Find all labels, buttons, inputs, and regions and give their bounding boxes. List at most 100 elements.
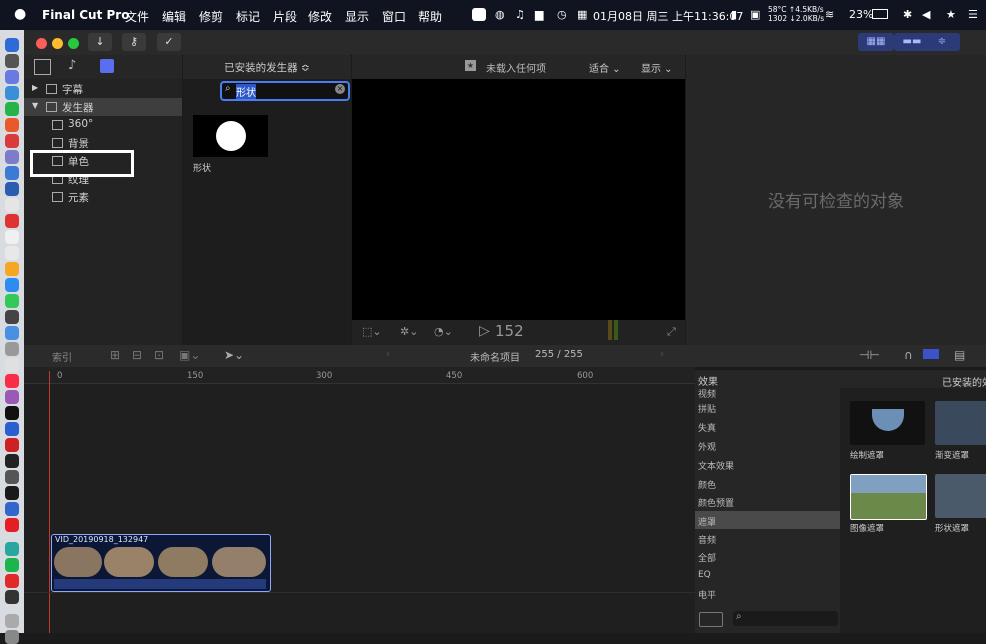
browser-title[interactable]: 已安装的发生器 ≎ [183,60,351,75]
app-icon[interactable] [5,310,19,324]
back-arrow-icon[interactable]: ‹ [386,349,390,360]
effects-category-color-presets[interactable]: 颜色预置 [695,492,840,510]
datetime[interactable]: 01月08日 周三 上午11:36:07 [593,8,743,24]
zoom-button[interactable] [68,38,79,49]
effects-category-distortion[interactable]: 失真 [695,417,840,435]
transform-icon[interactable]: ⬚⌄ [362,325,382,338]
terminal-icon[interactable] [5,454,19,468]
wechat-icon[interactable] [5,558,19,572]
menu-trim[interactable]: 修剪 [199,8,223,25]
effects-category-audio[interactable]: 音频 [695,529,840,547]
effects-category-eq[interactable]: EQ [695,566,840,584]
timeline-ruler[interactable]: 0 150 300 450 600 [24,367,695,384]
globe-icon[interactable]: ◍ [495,8,505,21]
minimize-button[interactable] [52,38,63,49]
effects-category-text-effects[interactable]: 文本效果 [695,455,840,473]
bluetooth-icon[interactable]: ✱ [903,8,912,21]
message-icon[interactable]: ▆ [535,8,543,21]
fit-dropdown[interactable]: 适合 ⌄ [589,60,621,75]
menu-modify[interactable]: 修改 [308,8,332,25]
insert-clip-icon[interactable]: ⊟ [132,348,142,362]
show-inspector-button[interactable]: ≑ [924,33,960,51]
play-icon[interactable]: ▷ [479,323,490,339]
photos-audio-tab-icon[interactable]: ♪ [68,58,76,73]
app-icon[interactable] [5,182,19,196]
effects-category-masks[interactable]: 遮罩 [695,511,840,529]
star-icon[interactable]: ★ [946,8,956,21]
bookmark-icon[interactable]: ▮ [731,8,737,21]
effects-search-field[interactable]: ⌕ [733,611,838,626]
vpn-icon[interactable] [5,502,19,516]
tv-icon[interactable] [5,406,19,420]
app-icon[interactable] [5,326,19,340]
battery-percent[interactable]: 23% [849,8,873,21]
calendar-icon[interactable]: ▦ [577,8,587,21]
app-menu[interactable]: Final Cut Pro [42,8,129,22]
calendar-icon[interactable] [5,214,19,228]
downloads-icon[interactable] [5,614,19,628]
music-icon[interactable]: ♫ [515,8,525,21]
app-icon[interactable] [5,150,19,164]
overwrite-clip-icon[interactable]: ▣⌄ [179,348,200,362]
tree-item-generators[interactable]: ▼ 发生器 [24,98,182,116]
menu-clip[interactable]: 片段 [273,8,297,25]
menu-window[interactable]: 窗口 [382,8,406,25]
app-icon[interactable] [5,278,19,292]
tree-item-elements[interactable]: 元素 [24,188,182,206]
app-icon[interactable] [5,486,19,500]
display-dropdown[interactable]: 显示 ⌄ [641,60,673,75]
wifi-icon[interactable]: ≋ [825,8,834,21]
library-tab-icon[interactable] [34,59,51,75]
clock-icon[interactable]: ◷ [557,8,567,21]
effect-shape-mask[interactable] [935,474,986,518]
app-icon[interactable] [5,574,19,588]
viewer-canvas[interactable] [352,79,685,320]
chip-icon[interactable]: ▣ [750,8,760,21]
effects-category-video[interactable]: 视频 [695,386,840,400]
app-icon[interactable] [5,134,19,148]
app-icon[interactable] [5,542,19,556]
effects-category-tile[interactable]: 拼贴 [695,398,840,416]
effect-draw-mask[interactable] [850,401,925,445]
close-button[interactable] [36,38,47,49]
search-input[interactable]: 形状 [236,84,256,99]
trash-icon[interactable] [5,630,19,644]
menu-view[interactable]: 显示 [345,8,369,25]
app-icon[interactable] [5,470,19,484]
app-icon[interactable] [5,358,19,372]
connect-clip-icon[interactable]: ⊞ [110,348,120,362]
playhead[interactable] [49,371,50,633]
clear-search-icon[interactable]: × [335,84,345,94]
menu-file[interactable]: 文件 [125,8,149,25]
podcasts-icon[interactable] [5,390,19,404]
launchpad-icon[interactable] [5,54,19,68]
effect-image-mask[interactable] [850,474,927,520]
messages-icon[interactable] [5,294,19,308]
append-clip-icon[interactable]: ⊡ [154,348,164,362]
sidebar-toggle-icon[interactable] [699,612,723,627]
app-icon[interactable] [5,342,19,356]
safari-icon[interactable] [5,86,19,100]
enhance-icon[interactable]: ✲⌄ [400,325,418,338]
tree-item-360[interactable]: 360° [24,116,182,134]
search-field[interactable]: ⌕ 形状 × [220,81,350,101]
index-button[interactable]: 索引 [52,349,72,364]
app-icon[interactable] [5,166,19,180]
effects-category-color[interactable]: 颜色 [695,474,840,492]
wechat-icon[interactable] [5,102,19,116]
music-icon[interactable] [5,374,19,388]
fullscreen-icon[interactable]: ⤢ [667,325,676,339]
effects-category-look[interactable]: 外观 [695,436,840,454]
timeline[interactable]: 0 150 300 450 600 VID_20190918_132947 [24,367,695,633]
effect-gradient-mask[interactable] [935,401,986,445]
apple-icon[interactable]: ● [14,6,26,22]
chrome-icon[interactable] [5,118,19,132]
effects-category-all[interactable]: 全部 [695,547,840,565]
yandex-icon[interactable] [5,518,19,532]
disclosure-down-icon[interactable]: ▼ [32,101,38,110]
menu-mark[interactable]: 标记 [236,8,260,25]
photos-icon[interactable] [5,262,19,276]
forward-arrow-icon[interactable]: › [660,349,664,360]
app-icon[interactable] [5,230,19,244]
speed-icon[interactable]: ◔⌄ [434,325,453,338]
